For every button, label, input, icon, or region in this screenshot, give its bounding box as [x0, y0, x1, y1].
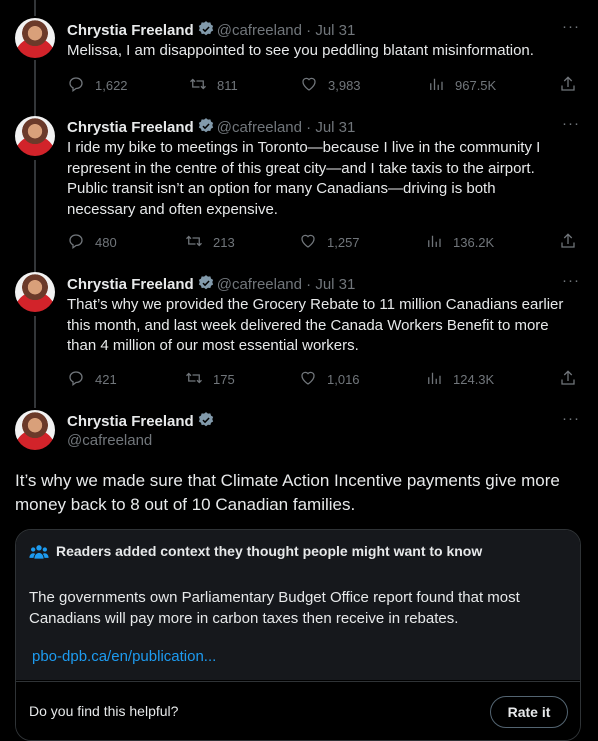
reply-icon: [67, 75, 85, 96]
community-note-title: Readers added context they thought peopl…: [56, 543, 483, 559]
rate-it-button[interactable]: Rate it: [490, 696, 568, 728]
reply-icon: [67, 232, 85, 253]
author-handle[interactable]: @cafreeland: [217, 119, 302, 136]
reply-button[interactable]: 421: [67, 369, 117, 390]
main-tweet-text: It’s why we made sure that Climate Actio…: [15, 471, 560, 514]
share-icon: [559, 75, 577, 96]
author-handle[interactable]: @cafreeland: [217, 276, 302, 293]
helpful-question: Do you find this helpful?: [29, 703, 179, 719]
retweet-button[interactable]: 175: [185, 369, 235, 390]
reply-button[interactable]: 480: [67, 232, 117, 253]
tweet-actions: 480 213 1,257 136.2K: [67, 232, 579, 252]
retweet-count: 175: [213, 372, 235, 387]
reply-count: 1,622: [95, 78, 128, 93]
views-button[interactable]: 124.3K: [425, 369, 494, 390]
tweet-date[interactable]: Jul 31: [315, 276, 355, 293]
like-button[interactable]: 1,016: [299, 369, 360, 390]
like-button[interactable]: 3,983: [300, 75, 361, 96]
thread-line: [34, 316, 36, 408]
heart-icon: [299, 369, 317, 390]
share-icon: [559, 369, 577, 390]
avatar[interactable]: [15, 116, 55, 156]
avatar[interactable]: [15, 18, 55, 58]
views-count: 124.3K: [453, 372, 495, 387]
retweet-button[interactable]: 811: [189, 75, 238, 96]
avatar[interactable]: [15, 410, 55, 450]
community-note-header: Readers added context they thought peopl…: [16, 530, 580, 574]
heart-icon: [300, 75, 318, 96]
like-button[interactable]: 1,257: [299, 232, 360, 253]
community-note-footer: Do you find this helpful? Rate it: [16, 681, 580, 740]
more-dots-icon[interactable]: ···: [562, 272, 580, 289]
separator-dot: ·: [306, 119, 312, 136]
retweet-count: 213: [213, 235, 235, 250]
tweet-date[interactable]: Jul 31: [315, 22, 355, 39]
reply-icon: [67, 369, 85, 390]
like-count: 1,016: [327, 372, 360, 387]
tweet-actions: 1,622 811 3,983 967.5K: [67, 75, 579, 95]
tweet-actions: 421 175 1,016 124.3K: [67, 369, 579, 389]
tweet-text: I ride my bike to meetings in Toronto—be…: [67, 139, 541, 218]
verified-badge-icon: [197, 411, 215, 435]
author-name[interactable]: Chrystia Freeland: [67, 119, 194, 136]
author-handle[interactable]: @cafreeland: [217, 22, 302, 39]
people-icon: [29, 543, 49, 566]
tweet-date[interactable]: Jul 31: [315, 119, 355, 136]
author-name[interactable]: Chrystia Freeland: [67, 276, 194, 293]
author-handle[interactable]: @cafreeland: [67, 431, 152, 451]
author-name[interactable]: Chrystia Freeland: [67, 22, 194, 39]
share-button[interactable]: [559, 75, 577, 96]
share-button[interactable]: [559, 232, 577, 253]
views-count: 136.2K: [453, 235, 495, 250]
retweet-button[interactable]: 213: [185, 232, 235, 253]
community-note-body: The governments own Parliamentary Budget…: [16, 574, 580, 680]
author-name[interactable]: Chrystia Freeland: [67, 413, 194, 430]
views-bar-chart-icon: [427, 75, 445, 96]
views-bar-chart-icon: [425, 232, 443, 253]
like-count: 3,983: [328, 78, 361, 93]
reply-count: 480: [95, 235, 117, 250]
more-dots-icon[interactable]: ···: [562, 115, 580, 132]
like-count: 1,257: [327, 235, 360, 250]
reply-button[interactable]: 1,622: [67, 75, 128, 96]
thread-line: [34, 160, 36, 272]
avatar[interactable]: [15, 272, 55, 312]
more-dots-icon[interactable]: ···: [562, 18, 580, 35]
views-button[interactable]: 136.2K: [425, 232, 494, 253]
views-bar-chart-icon: [425, 369, 443, 390]
retweet-icon: [189, 75, 207, 96]
community-note: Readers added context they thought peopl…: [15, 529, 581, 741]
retweet-count: 811: [217, 78, 238, 93]
tweet-text: That’s why we provided the Grocery Rebat…: [67, 296, 564, 354]
community-note-link[interactable]: pbo-dpb.ca/en/publication...: [32, 648, 216, 665]
reply-count: 421: [95, 372, 117, 387]
community-note-text: The governments own Parliamentary Budget…: [29, 589, 520, 627]
share-button[interactable]: [559, 369, 577, 390]
tweet-text: Melissa, I am disappointed to see you pe…: [67, 42, 534, 59]
retweet-icon: [185, 369, 203, 390]
views-button[interactable]: 967.5K: [427, 75, 496, 96]
thread-line: [34, 0, 36, 16]
heart-icon: [299, 232, 317, 253]
separator-dot: ·: [306, 276, 312, 293]
more-dots-icon[interactable]: ···: [562, 410, 580, 427]
thread-line: [34, 60, 36, 116]
separator-dot: ·: [306, 22, 312, 39]
views-count: 967.5K: [455, 78, 497, 93]
retweet-icon: [185, 232, 203, 253]
share-icon: [559, 232, 577, 253]
